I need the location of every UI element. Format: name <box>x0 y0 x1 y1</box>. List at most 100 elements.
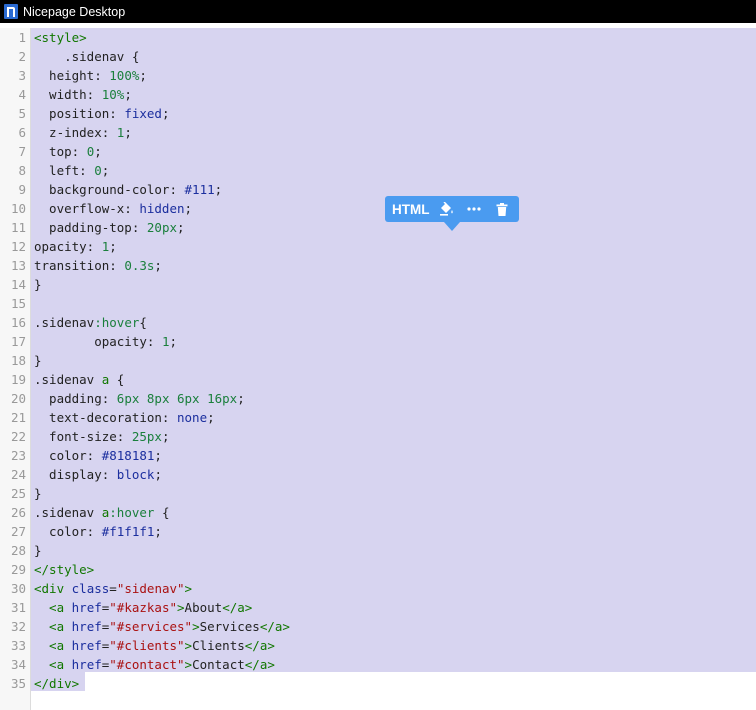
code-line[interactable]: 15 <box>0 294 756 313</box>
code-line[interactable]: 23 color: #818181; <box>0 446 756 465</box>
code-token: 10% <box>101 87 125 102</box>
line-number: 17 <box>10 334 26 349</box>
code-line[interactable]: 7 top: 0; <box>0 142 756 161</box>
code-line[interactable]: 8 left: 0; <box>0 161 756 180</box>
code-line[interactable]: 5 position: fixed; <box>0 104 756 123</box>
line-code[interactable]: transition: 0.3s; <box>34 256 162 275</box>
code-token: <style> <box>34 30 87 45</box>
line-code[interactable]: .sidenav a { <box>34 370 124 389</box>
code-line[interactable]: 17 opacity: 1; <box>0 332 756 351</box>
code-token: hidden <box>139 201 185 216</box>
code-line[interactable]: 14} <box>0 275 756 294</box>
line-code[interactable]: display: block; <box>34 465 162 484</box>
code-line[interactable]: 22 font-size: 25px; <box>0 427 756 446</box>
code-token: Services <box>199 619 260 634</box>
line-code[interactable]: opacity: 1; <box>34 237 117 256</box>
line-code[interactable]: opacity: 1; <box>34 332 177 351</box>
code-line[interactable]: 26 .sidenav a:hover { <box>0 503 756 522</box>
line-code[interactable]: <a href="#clients">Clients</a> <box>34 636 275 655</box>
line-code[interactable]: color: #818181; <box>34 446 162 465</box>
code-line[interactable]: 33 <a href="#clients">Clients</a> <box>0 636 756 655</box>
line-number: 22 <box>10 429 26 444</box>
line-code[interactable]: background-color: #111; <box>34 180 222 199</box>
code-line[interactable]: 24 display: block; <box>0 465 756 484</box>
line-code[interactable]: height: 100%; <box>34 66 147 85</box>
delete-button[interactable] <box>488 196 516 222</box>
line-number: 13 <box>10 258 26 273</box>
code-token: } <box>34 277 42 292</box>
line-code[interactable]: } <box>34 351 42 370</box>
line-code[interactable]: } <box>34 275 42 294</box>
code-line[interactable]: 4 width: 10%; <box>0 85 756 104</box>
line-code[interactable]: top: 0; <box>34 142 102 161</box>
line-code[interactable]: <style> <box>34 28 87 47</box>
code-line[interactable]: 19 .sidenav a { <box>0 370 756 389</box>
code-line[interactable]: 29 </style> <box>0 560 756 579</box>
code-line[interactable]: 2 .sidenav { <box>0 47 756 66</box>
line-code[interactable]: left: 0; <box>34 161 109 180</box>
code-line[interactable]: 27 color: #f1f1f1; <box>0 522 756 541</box>
more-button[interactable] <box>460 196 488 222</box>
code-lines[interactable]: 1 <style> 2 .sidenav {3 height: 100%; 4 wid… <box>0 28 756 693</box>
line-code[interactable]: .sidenav { <box>34 47 139 66</box>
code-token: ; <box>237 391 245 406</box>
code-line[interactable]: 9 background-color: #111; <box>0 180 756 199</box>
line-code[interactable]: padding-top: 20px; <box>34 218 184 237</box>
line-number: 16 <box>10 315 26 330</box>
code-line[interactable]: 1 <style> <box>0 28 756 47</box>
code-line[interactable]: 31 <a href="#kazkas">About</a> <box>0 598 756 617</box>
line-code[interactable]: color: #f1f1f1; <box>34 522 162 541</box>
code-token: { <box>109 372 125 387</box>
code-line[interactable]: 20 padding: 6px 8px 6px 16px; <box>0 389 756 408</box>
code-token: ; <box>94 144 102 159</box>
code-line[interactable]: 18} <box>0 351 756 370</box>
code-token: "#contact" <box>109 657 185 672</box>
line-code[interactable]: </div> <box>34 674 79 693</box>
line-code[interactable]: .sidenav a:hover { <box>34 503 169 522</box>
code-line[interactable]: 11 padding-top: 20px; <box>0 218 756 237</box>
line-code[interactable]: font-size: 25px; <box>34 427 169 446</box>
code-line[interactable]: 30 <div class="sidenav"> <box>0 579 756 598</box>
line-code[interactable]: } <box>34 541 42 560</box>
code-token: "#kazkas" <box>109 600 178 615</box>
code-token: { <box>139 315 147 330</box>
code-token: .sidenav { <box>34 49 140 64</box>
code-line[interactable]: 6 z-index: 1; <box>0 123 756 142</box>
code-token: "sidenav" <box>116 581 185 596</box>
line-code[interactable]: overflow-x: hidden; <box>34 199 192 218</box>
code-token: ; <box>101 163 110 178</box>
code-line[interactable]: 3 height: 100%; <box>0 66 756 85</box>
code-token: color: <box>34 448 102 463</box>
line-code[interactable]: <a href="#services">Services</a> <box>34 617 290 636</box>
code-line[interactable]: 32 <a href="#services">Services</a> <box>0 617 756 636</box>
code-line[interactable]: 10 overflow-x: hidden; <box>0 199 756 218</box>
code-line[interactable]: 25} <box>0 484 756 503</box>
line-code[interactable]: .sidenav:hover{ <box>34 313 147 332</box>
code-token: </a> <box>244 638 275 653</box>
line-code[interactable]: z-index: 1; <box>34 123 132 142</box>
code-line[interactable]: 12 opacity: 1; <box>0 237 756 256</box>
line-code[interactable]: text-decoration: none; <box>34 408 215 427</box>
line-code[interactable]: <a href="#contact">Contact</a> <box>34 655 275 674</box>
line-code[interactable]: width: 10%; <box>34 85 132 104</box>
code-token: color: <box>34 524 102 539</box>
line-code[interactable]: position: fixed; <box>34 104 169 123</box>
line-code[interactable]: </style> <box>34 560 94 579</box>
code-token: <a <box>34 619 72 634</box>
line-number: 6 <box>18 125 26 140</box>
code-token: 20px <box>146 220 177 235</box>
line-code[interactable]: } <box>34 484 42 503</box>
line-code[interactable]: <a href="#kazkas">About</a> <box>34 598 252 617</box>
code-token: opacity: <box>34 334 162 349</box>
code-line[interactable]: 28} <box>0 541 756 560</box>
code-line[interactable]: 34 <a href="#contact">Contact</a> <box>0 655 756 674</box>
code-line[interactable]: 16 .sidenav:hover{ <box>0 313 756 332</box>
code-line[interactable]: 21 text-decoration: none; <box>0 408 756 427</box>
code-line[interactable]: 35 </div> <box>0 674 756 693</box>
line-code[interactable]: padding: 6px 8px 6px 16px; <box>34 389 245 408</box>
code-token: padding: <box>34 391 117 406</box>
line-code[interactable]: <div class="sidenav"> <box>34 579 192 598</box>
code-token: ; <box>154 524 162 539</box>
paint-bucket-button[interactable] <box>432 196 460 222</box>
code-line[interactable]: 13 transition: 0.3s; <box>0 256 756 275</box>
